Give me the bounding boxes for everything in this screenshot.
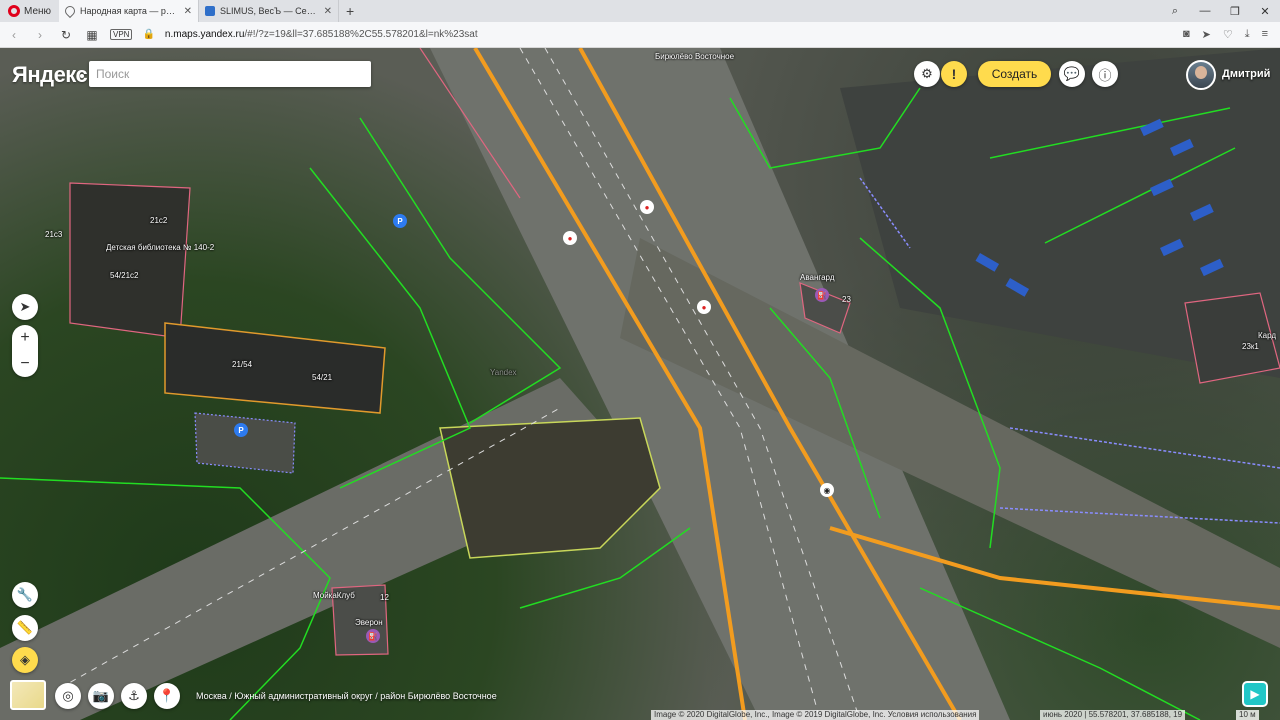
tab-title: SLIMUS, ВесЪ — Сектор П	[220, 6, 319, 16]
map-label-building: 12	[380, 593, 389, 602]
vpn-badge[interactable]: VPN	[110, 29, 133, 40]
map-label-building: 23	[842, 295, 851, 304]
map-label-area: Бирюлёво Восточное	[655, 52, 735, 61]
map-watermark: Yandex	[490, 368, 517, 377]
close-tab-icon[interactable]: ✕	[184, 6, 192, 17]
send-icon[interactable]: ➤	[1202, 28, 1211, 41]
close-window-icon[interactable]: ✕	[1250, 5, 1280, 18]
user-name[interactable]: Дмитрий	[1222, 68, 1270, 80]
address-bar-actions: ◙ ➤ ♡ ⤓ ≡	[1183, 28, 1268, 41]
url-field[interactable]: n.maps.yandex.ru/#!/?z=19&ll=37.685188%2…	[165, 29, 1173, 40]
fuel-icon[interactable]: ⛽	[815, 288, 829, 302]
map-label-building: 54/21с2	[110, 271, 139, 280]
info-icon[interactable]: ⓘ	[1092, 61, 1118, 87]
warning-button[interactable]: !	[941, 61, 967, 87]
back-icon[interactable]: ‹	[6, 28, 22, 42]
close-tab-icon[interactable]: ✕	[324, 6, 332, 17]
menu-icon[interactable]: ≡	[1262, 28, 1268, 41]
map-label-building: 21с2	[150, 216, 168, 225]
route-icon[interactable]: ⚓	[121, 683, 147, 709]
forward-icon[interactable]: ›	[32, 28, 48, 42]
restore-icon[interactable]: ❐	[1220, 5, 1250, 18]
search-tabs-icon[interactable]: ⌕	[1160, 5, 1190, 18]
map-label-building: 54/21	[312, 373, 333, 382]
copyright-text[interactable]: Image © 2020 DigitalGlobe, Inc., Image ©…	[651, 710, 980, 720]
satellite-map[interactable]: Бирюлёво Восточное 21с2 Детская библиоте…	[0, 48, 1280, 720]
messages-icon[interactable]: 💬	[1059, 61, 1085, 87]
speed-dial-icon[interactable]: ▦	[84, 28, 100, 42]
traffic-event-icon[interactable]: ●	[697, 300, 711, 314]
photo-camera-icon[interactable]: 📷	[88, 683, 114, 709]
settings-gear-icon[interactable]: ⚙	[914, 61, 940, 87]
browser-tab-bar: Меню Народная карта — редакт ✕ SLIMUS, В…	[0, 0, 1280, 22]
map-label-building: 21/54	[232, 360, 253, 369]
download-icon[interactable]: ⤓	[1245, 28, 1250, 41]
parking-icon[interactable]: P	[393, 214, 407, 228]
window-controls: ⌕ — ❐ ✕	[1160, 0, 1280, 22]
zoom-in-button[interactable]: +	[12, 325, 38, 351]
geolocation-icon[interactable]: ➤	[12, 294, 38, 320]
camera-icon[interactable]: ◙	[1183, 28, 1190, 41]
create-button[interactable]: Создать	[978, 61, 1051, 87]
map-label-avangard: Авангард	[800, 273, 835, 282]
panorama-icon[interactable]: ◎	[55, 683, 81, 709]
url-host: n.maps.yandex.ru	[164, 29, 245, 40]
minimize-icon[interactable]: —	[1190, 5, 1220, 17]
map-label-building: 23к1	[1242, 342, 1259, 351]
browser-menu-label: Меню	[24, 5, 52, 17]
ruler-icon[interactable]: 📏	[12, 615, 38, 641]
map-label-everon: Эверон	[355, 618, 383, 627]
slimus-favicon-icon	[205, 6, 216, 16]
zoom-control: + −	[12, 325, 38, 377]
zoom-out-button[interactable]: −	[12, 351, 38, 377]
lock-icon[interactable]: 🔒	[142, 29, 154, 40]
coordinates: 55.578201, 37.685188, 19	[1088, 710, 1183, 719]
play-icon[interactable]: ▶	[1242, 681, 1268, 707]
tab-nk-editor[interactable]: Народная карта — редакт ✕	[59, 0, 200, 22]
address-bar: ‹ › ↻ ▦ VPN 🔒 n.maps.yandex.ru/#!/?z=19&…	[0, 22, 1280, 48]
tab-slimus[interactable]: SLIMUS, ВесЪ — Сектор П ✕	[199, 0, 340, 22]
breadcrumb: Москва / Южный административный округ / …	[196, 691, 497, 701]
map-pin-icon	[62, 3, 78, 19]
parking-icon[interactable]: P	[234, 423, 248, 437]
map-scale: 10 м	[1236, 710, 1259, 720]
fuel-icon[interactable]: ⛽	[366, 629, 380, 643]
minimap-thumbnail[interactable]	[10, 680, 46, 710]
avatar[interactable]	[1186, 60, 1216, 90]
tab-title: Народная карта — редакт	[80, 6, 179, 16]
map-label-building: 21с3	[45, 230, 63, 239]
map-canvas	[0, 48, 1280, 720]
tools-wrench-icon[interactable]: 🔧	[12, 582, 38, 608]
heart-icon[interactable]: ♡	[1223, 28, 1233, 41]
traffic-event-icon[interactable]: ●	[563, 231, 577, 245]
logo-dot	[80, 74, 84, 78]
opera-logo-icon	[8, 5, 20, 17]
layers-icon[interactable]: ◈	[12, 647, 38, 673]
map-label-library: Детская библиотека № 140-2	[106, 243, 215, 252]
imagery-info: июнь 2020 | 55.578201, 37.685188, 19	[1040, 710, 1186, 720]
reload-icon[interactable]: ↻	[58, 28, 74, 42]
status-line: Москва / Южный административный округ / …	[150, 685, 497, 707]
traffic-event-icon[interactable]: ●	[640, 200, 654, 214]
map-label-kard: Кард	[1258, 331, 1277, 340]
browser-menu-button[interactable]: Меню	[0, 0, 59, 22]
search-input[interactable]	[89, 61, 371, 87]
yandex-logo[interactable]: Яндекс	[12, 62, 88, 88]
camera-marker-icon[interactable]: ◉	[820, 483, 834, 497]
new-tab-button[interactable]: +	[339, 3, 361, 19]
map-label-moika: МойкаКлуб	[313, 591, 355, 600]
url-path: /#!/?z=19&ll=37.685188%2C55.578201&l=nk%…	[244, 29, 478, 40]
imagery-date: июнь 2020	[1043, 710, 1083, 719]
